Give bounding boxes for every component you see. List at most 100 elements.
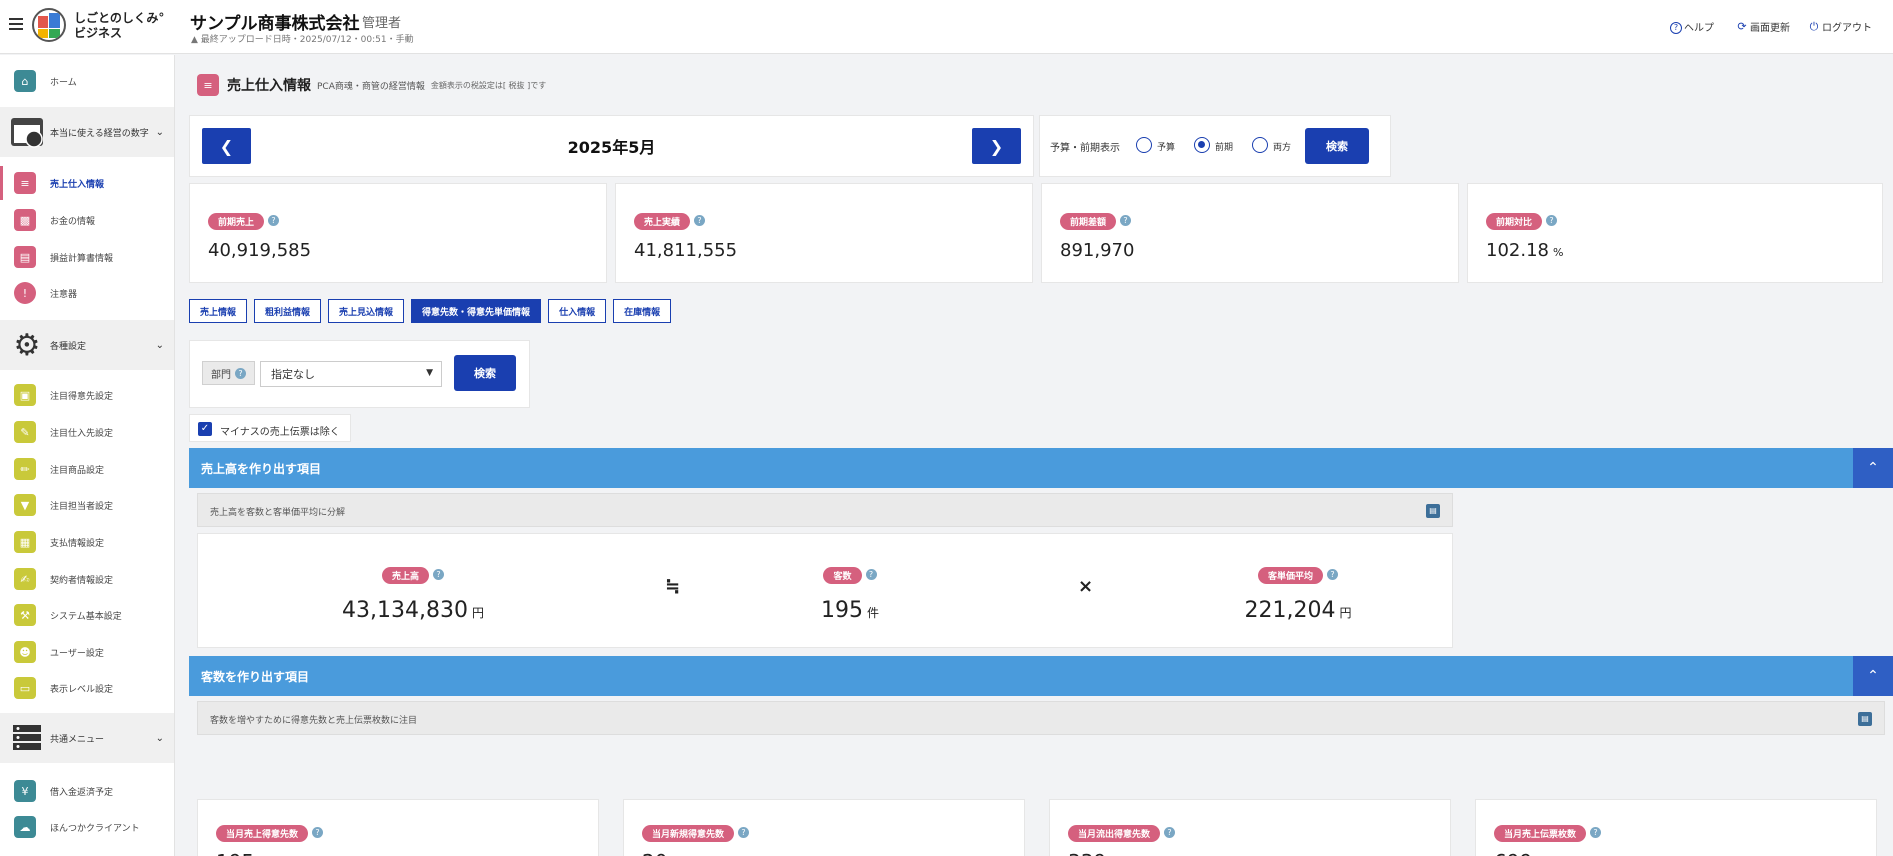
tie-icon: ▼ bbox=[14, 494, 36, 516]
help-link[interactable]: ? ヘルプ bbox=[1670, 19, 1714, 34]
kpi-label: 売上実績 bbox=[634, 213, 691, 230]
approx-operator: ≒ bbox=[665, 576, 681, 597]
help-icon[interactable]: ? bbox=[1546, 215, 1558, 226]
help-icon[interactable]: ? bbox=[433, 569, 444, 580]
sidebar-item-money[interactable]: ▩ お金の情報 bbox=[0, 203, 174, 237]
calendar-icon bbox=[10, 115, 44, 149]
sales-purchase-icon: ≡ bbox=[14, 172, 36, 194]
kpi-value: 41,811,555 bbox=[634, 240, 738, 261]
page-title: 売上仕入情報 bbox=[227, 78, 311, 94]
note-icon[interactable]: ▤ bbox=[1858, 712, 1872, 726]
chevron-down-icon: ⌄ bbox=[155, 732, 164, 744]
menu-icon[interactable] bbox=[9, 18, 23, 30]
filter-search-button[interactable]: 検索 bbox=[454, 355, 516, 391]
help-icon[interactable]: ? bbox=[738, 827, 750, 838]
current-month: 2025年5月 bbox=[567, 138, 656, 157]
sidebar-group-numbers[interactable]: 本当に使える経営の数字 ⌄ bbox=[0, 107, 174, 157]
tab-gross-profit[interactable]: 粗利益情報 bbox=[254, 299, 322, 323]
sidebar-item-alerts[interactable]: ! 注意器 bbox=[0, 276, 174, 310]
help-icon[interactable]: ? bbox=[694, 215, 706, 226]
chevron-down-icon: ⌄ bbox=[155, 339, 164, 351]
display-search-button[interactable]: 検索 bbox=[1305, 128, 1369, 164]
sidebar-item-display-level[interactable]: ▭ 表示レベル設定 bbox=[0, 671, 174, 705]
help-icon: ? bbox=[1670, 22, 1682, 34]
help-icon[interactable]: ? bbox=[1120, 215, 1132, 226]
radio-previous[interactable] bbox=[1194, 137, 1210, 153]
bar-chart-icon: ▩ bbox=[14, 209, 36, 231]
exclude-minus-option: ✓ マイナスの売上伝票は除く bbox=[189, 414, 351, 442]
sidebar-item-supplier-settings[interactable]: ✎ 注目仕入先設定 bbox=[0, 415, 174, 449]
sidebar-item-customer-settings[interactable]: ▣ 注目得意先設定 bbox=[0, 378, 174, 412]
upload-info: ▲ 最終アップロード日時・2025/07/12・00:51・手動 bbox=[191, 35, 414, 45]
sidebar-item-loan[interactable]: ¥ 借入金返済予定 bbox=[0, 774, 174, 808]
server-icon bbox=[10, 721, 44, 755]
sidebar: ⌂ ホーム 本当に使える経営の数字 ⌄ ≡ 売上仕入情報 ▩ お金の情報 ▤ 損… bbox=[0, 55, 175, 856]
help-icon[interactable]: ? bbox=[865, 569, 877, 580]
avg-unit-price: 客単価平均? 221,204 円 bbox=[1208, 564, 1388, 623]
sidebar-item-sales-purchase[interactable]: ≡ 売上仕入情報 bbox=[0, 166, 174, 200]
help-icon[interactable]: ? bbox=[1327, 569, 1338, 580]
pencil-icon: ✏ bbox=[14, 458, 36, 480]
user-role: 管理者 bbox=[362, 16, 402, 31]
exclude-minus-checkbox[interactable]: ✓ bbox=[198, 422, 212, 436]
help-icon[interactable]: ? bbox=[235, 367, 246, 379]
kpi-card: 当月売上伝票枚数? 699件 bbox=[1475, 799, 1877, 856]
power-icon: ⏻ bbox=[1809, 20, 1819, 33]
info-tabs: 売上情報 粗利益情報 売上見込情報 得意先数・得意先単価情報 仕入情報 在庫情報 bbox=[189, 299, 678, 323]
display-options-label: 予算・前期表示 bbox=[1050, 143, 1120, 154]
company-name: サンプル商事株式会社 bbox=[190, 14, 360, 34]
sidebar-group-settings[interactable]: ⚙ 各種設定 ⌄ bbox=[0, 320, 174, 370]
wrench-icon: ⚒ bbox=[14, 604, 36, 626]
home-icon: ⌂ bbox=[14, 70, 36, 92]
sidebar-item-contract-settings[interactable]: ✍ 契約者情報設定 bbox=[0, 562, 174, 596]
kpi-card: 前期対比? 102.18% bbox=[1467, 183, 1883, 283]
sidebar-item-staff-settings[interactable]: ▼ 注目担当者設定 bbox=[0, 488, 174, 522]
sales-purchase-icon: ≡ bbox=[197, 74, 219, 96]
sidebar-item-user-settings[interactable]: ☻ ユーザー設定 bbox=[0, 635, 174, 669]
sales-total: 売上高? 43,134,830 円 bbox=[318, 564, 508, 623]
dept-label: 部門? bbox=[202, 361, 255, 385]
section-sales-factors: 売上高を作り出す項目 ⌃ bbox=[189, 448, 1893, 488]
money-icon: ¥ bbox=[14, 780, 36, 802]
briefcase-icon: ▣ bbox=[14, 384, 36, 406]
radio-both[interactable] bbox=[1252, 137, 1268, 153]
help-icon[interactable]: ? bbox=[1590, 827, 1602, 838]
sidebar-item-client[interactable]: ☁ ほんつかクライアント bbox=[0, 810, 174, 844]
refresh-link[interactable]: ⟳ 画面更新 bbox=[1736, 19, 1790, 34]
sales-equation: 売上高? 43,134,830 円 ≒ 客数? 195 件 × 客単価平均? 221… bbox=[197, 533, 1453, 648]
sidebar-item-home[interactable]: ⌂ ホーム bbox=[0, 64, 174, 98]
customer-count: 客数? 195 件 bbox=[770, 564, 930, 623]
alert-icon: ! bbox=[14, 282, 36, 304]
collapse-button[interactable]: ⌃ bbox=[1853, 656, 1893, 696]
next-month-button[interactable]: ❯ bbox=[972, 128, 1021, 164]
radio-budget[interactable] bbox=[1136, 137, 1152, 153]
tab-sales-forecast[interactable]: 売上見込情報 bbox=[328, 299, 405, 323]
tab-inventory[interactable]: 在庫情報 bbox=[613, 299, 672, 323]
collapse-button[interactable]: ⌃ bbox=[1853, 448, 1893, 488]
main-content: ≡ 売上仕入情報 PCA商魂・商管の経営情報 金額表示の税設定は[ 税抜 ]です… bbox=[175, 55, 1893, 856]
logo-text: しごとのしくみ° ビジネス bbox=[74, 11, 165, 40]
help-icon[interactable]: ? bbox=[1164, 827, 1176, 838]
kpi-card: 前期売上? 40,919,585 bbox=[189, 183, 607, 283]
sidebar-item-system-settings[interactable]: ⚒ システム基本設定 bbox=[0, 598, 174, 632]
tab-sales[interactable]: 売上情報 bbox=[189, 299, 248, 323]
help-icon[interactable]: ? bbox=[268, 215, 280, 226]
tab-customers[interactable]: 得意先数・得意先単価情報 bbox=[411, 299, 542, 323]
sidebar-item-pl[interactable]: ▤ 損益計算書情報 bbox=[0, 240, 174, 274]
sidebar-item-payment-settings[interactable]: ▦ 支払情報設定 bbox=[0, 525, 174, 559]
sidebar-item-product-settings[interactable]: ✏ 注目商品設定 bbox=[0, 452, 174, 486]
monitor-icon: ▭ bbox=[14, 677, 36, 699]
sidebar-group-common[interactable]: 共通メニュー ⌄ bbox=[0, 713, 174, 763]
dept-select[interactable]: 指定なし ▼ bbox=[260, 361, 442, 387]
department-filter: 部門? 指定なし ▼ 検索 bbox=[189, 340, 530, 408]
logo-icon[interactable] bbox=[32, 8, 66, 42]
note-icon[interactable]: ▤ bbox=[1426, 504, 1440, 518]
kpi-value: 102.18% bbox=[1486, 240, 1564, 261]
tab-purchase[interactable]: 仕入情報 bbox=[548, 299, 607, 323]
kpi-card: 当月流出得意先数? 339件 bbox=[1049, 799, 1451, 856]
logout-link[interactable]: ⏻ ログアウト bbox=[1808, 19, 1872, 34]
section1-note: 売上高を客数と客単価平均に分解 ▤ bbox=[197, 493, 1453, 527]
pen-icon: ✎ bbox=[14, 421, 36, 443]
help-icon[interactable]: ? bbox=[312, 827, 324, 838]
section2-note: 客数を増やすために得意先数と売上伝票枚数に注目 ▤ bbox=[197, 701, 1885, 735]
